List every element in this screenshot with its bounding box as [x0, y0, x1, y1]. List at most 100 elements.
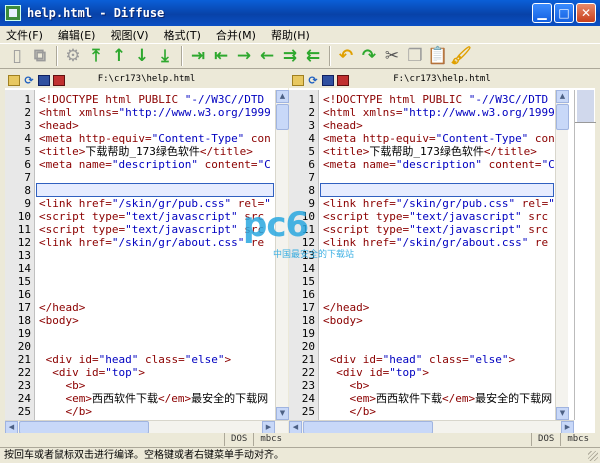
code-text: <!DOCTYPE html PUBLIC "-//W3C//DTD — [323, 93, 549, 106]
scroll-up-arrow-icon[interactable]: ▲ — [276, 90, 289, 103]
line-number: 14 — [301, 262, 315, 275]
copy-icon[interactable]: ❐ — [404, 45, 426, 67]
diffuse-app-icon — [5, 5, 21, 21]
left-code-area[interactable]: 1 <!DOCTYPE html PUBLIC "-//W3C//DTD 2 <htm… — [5, 90, 275, 420]
code-text: </b> — [39, 405, 92, 418]
code-text: <div id="head" class="else"> — [323, 353, 516, 366]
line-number: 22 — [17, 366, 31, 379]
toolbar-separator — [56, 46, 58, 66]
line-number: 11 — [17, 223, 31, 236]
left-file-path: F:\cr173\help.html — [97, 74, 196, 84]
copy-right-icon[interactable]: ⇥ — [187, 45, 209, 67]
right-pane-status: DOS mbcs — [289, 433, 595, 446]
line-number: 19 — [301, 327, 315, 340]
line-number: 11 — [301, 223, 315, 236]
line-number: 13 — [301, 249, 315, 262]
line-number: 19 — [17, 327, 31, 340]
toolbar: ▯ ⧉ ⚙ ⤒ ↑ ↓ ⤓ ⇥ ⇤ → ← ⇉ ⇇ ↶ ↷ ✂ ❐ 📋 🖌 — [0, 43, 600, 69]
menu-format[interactable]: 格式(T) — [164, 27, 201, 43]
copy-file-icon[interactable]: ⧉ — [29, 45, 51, 67]
vertical-scroll-thumb[interactable] — [276, 104, 289, 130]
code-text: <html xmlns="http://www.w3.org/1999 — [323, 106, 555, 119]
code-text: <!DOCTYPE html PUBLIC "-//W3C//DTD — [39, 93, 265, 106]
encoding-label[interactable]: mbcs — [560, 433, 595, 446]
paste-icon[interactable]: 📋 — [427, 45, 449, 67]
cut-icon[interactable]: ✂ — [381, 45, 403, 67]
code-text: </b> — [323, 405, 376, 418]
code-text: <link href="/skin/gr/about.css" re — [323, 236, 549, 249]
difference-overview-map[interactable] — [574, 90, 596, 420]
code-text: <div id="top"> — [323, 366, 429, 379]
last-difference-icon[interactable]: ⤓ — [154, 45, 176, 67]
line-number: 9 — [308, 197, 315, 210]
left-pane: ⟳ F:\cr173\help.html 1 <!DOCTYPE html PUB… — [5, 72, 289, 446]
line-number: 25 — [17, 405, 31, 418]
right-pane-header: ⟳ F:\cr173\help.html — [289, 72, 595, 88]
code-text: <meta http-equiv="Content-Type" con — [39, 132, 271, 145]
line-number: 25 — [301, 405, 315, 418]
right-vertical-scrollbar[interactable]: ▲ ▼ — [555, 90, 569, 420]
line-number: 2 — [308, 106, 315, 119]
copy-left-icon[interactable]: ⇤ — [210, 45, 232, 67]
scroll-down-arrow-icon[interactable]: ▼ — [556, 407, 569, 420]
status-message: 按回车或者鼠标双击进行编译。空格键或者右键菜单手动对齐。 — [4, 450, 284, 461]
right-pane: ⟳ F:\cr173\help.html 1 <!DOCTYPE html PUB… — [289, 72, 595, 446]
right-horizontal-scrollbar[interactable]: ◀ ▶ — [289, 420, 574, 434]
merge-both-left-icon[interactable]: ⇇ — [302, 45, 324, 67]
code-text: <head> — [39, 119, 79, 132]
scroll-down-arrow-icon[interactable]: ▼ — [276, 407, 289, 420]
maximize-button[interactable]: □ — [554, 3, 574, 23]
code-text: <script type="text/javascript" src — [39, 210, 265, 223]
line-number: 2 — [24, 106, 31, 119]
first-difference-icon[interactable]: ⤒ — [85, 45, 107, 67]
next-difference-icon[interactable]: ↓ — [131, 45, 153, 67]
menu-help[interactable]: 帮助(H) — [271, 27, 310, 43]
line-number: 16 — [301, 288, 315, 301]
menu-edit[interactable]: 编辑(E) — [58, 27, 96, 43]
redo-icon[interactable]: ↷ — [358, 45, 380, 67]
vertical-scroll-thumb[interactable] — [556, 104, 569, 130]
merge-both-right-icon[interactable]: ⇉ — [279, 45, 301, 67]
code-text: <div id="head" class="else"> — [39, 353, 232, 366]
merge-left-icon[interactable]: ← — [256, 45, 278, 67]
line-number: 16 — [17, 288, 31, 301]
right-file-path: F:\cr173\help.html — [393, 74, 491, 84]
menu-view[interactable]: 视图(V) — [110, 27, 148, 43]
new-file-icon[interactable]: ▯ — [6, 45, 28, 67]
line-number: 10 — [301, 210, 315, 223]
right-code-area[interactable]: 1 <!DOCTYPE html PUBLIC "-//W3C//DTD 2 <htm… — [289, 90, 555, 420]
line-number: 7 — [24, 171, 31, 184]
clear-icon[interactable]: 🖌 — [450, 45, 472, 67]
left-vertical-scrollbar[interactable]: ▲ ▼ — [275, 90, 289, 420]
close-button[interactable]: ✕ — [576, 3, 596, 23]
code-text: <em>西西软件下载</em>最安全的下载网 — [39, 392, 269, 405]
previous-difference-icon[interactable]: ↑ — [108, 45, 130, 67]
encoding-label[interactable]: mbcs — [253, 433, 288, 446]
line-number: 8 — [308, 184, 315, 197]
left-pane-header: ⟳ F:\cr173\help.html — [5, 72, 288, 88]
code-text: <script type="text/javascript" src — [323, 223, 549, 236]
line-ending-label[interactable]: DOS — [531, 433, 560, 446]
code-text: <link href="/skin/gr/about.css" re — [39, 236, 265, 249]
merge-right-icon[interactable]: → — [233, 45, 255, 67]
code-text: <body> — [39, 314, 79, 327]
code-text: <meta name="description" content="C — [323, 158, 555, 171]
line-number: 1 — [24, 93, 31, 106]
line-number: 7 — [308, 171, 315, 184]
menu-file[interactable]: 文件(F) — [6, 27, 43, 43]
toolbar-separator — [181, 46, 183, 66]
code-text: <div id="top"> — [39, 366, 145, 379]
left-horizontal-scrollbar[interactable]: ◀ ▶ — [5, 420, 288, 434]
scroll-up-arrow-icon[interactable]: ▲ — [556, 90, 569, 103]
code-text: <title>下载帮助_173绿色软件</title> — [39, 145, 253, 158]
minimize-button[interactable]: ▁ — [532, 3, 552, 23]
code-text: <link href="/skin/gr/pub.css" rel=" — [323, 197, 555, 210]
undo-icon[interactable]: ↶ — [335, 45, 357, 67]
line-ending-label[interactable]: DOS — [224, 433, 253, 446]
menu-merge[interactable]: 合并(M) — [216, 27, 256, 43]
line-number: 17 — [17, 301, 31, 314]
toolbar-separator — [329, 46, 331, 66]
resize-grip-icon[interactable] — [588, 451, 598, 461]
line-number: 12 — [301, 236, 315, 249]
settings-icon[interactable]: ⚙ — [62, 45, 84, 67]
